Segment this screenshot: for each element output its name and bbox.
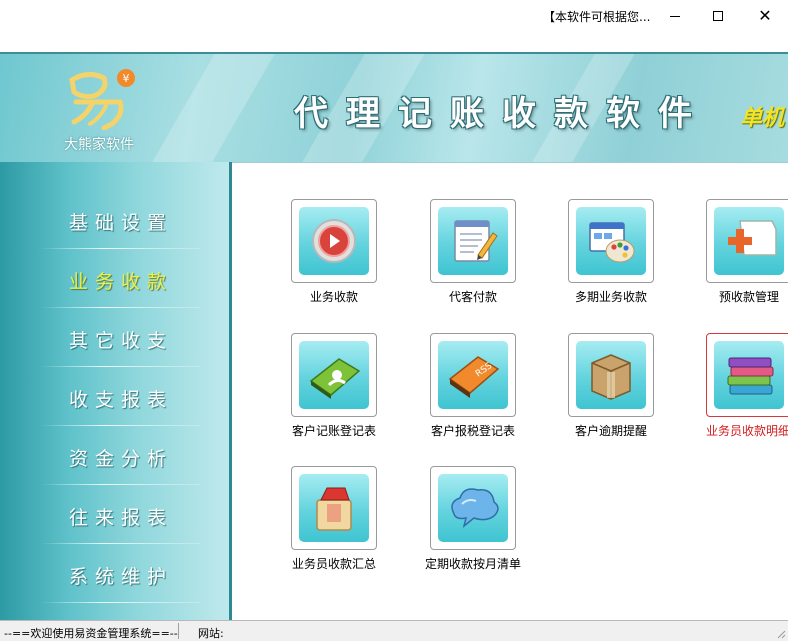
package-box-icon <box>591 354 631 400</box>
svg-text:¥: ¥ <box>123 72 130 85</box>
tile-label: 业务员收款汇总 <box>291 557 376 571</box>
sidebar-item-label: 业务收款 <box>69 271 174 293</box>
sidebar-item-income-expense-report[interactable]: 收支报表 <box>0 367 229 426</box>
company-name: 大熊家软件 <box>64 137 134 153</box>
close-icon: ✕ <box>758 6 772 25</box>
sidebar-item-system-maintenance[interactable]: 系统维护 <box>0 544 229 603</box>
maximize-button[interactable] <box>695 0 741 32</box>
tile-client-tax-register[interactable]: RSS 客户报税登记表 <box>430 333 550 453</box>
minimize-button[interactable] <box>652 0 698 32</box>
status-bar: --==欢迎使用易资金管理系统==-- 网站: <box>0 620 788 641</box>
tile-multi-period-receipt[interactable]: 多期业务收款 <box>568 199 688 319</box>
tile-salesperson-receipt-detail[interactable]: 业务员收款明细 <box>706 333 788 453</box>
tile-label: 预收款管理 <box>718 290 779 304</box>
tile-label: 多期业务收款 <box>574 290 647 304</box>
tile-label: 业务员收款明细 <box>706 424 788 438</box>
function-panel: 业务收款 代客付款 多期业务收款 预收款管理 客户记账登记表 RSS 客户报税登… <box>232 162 788 620</box>
window-title: 【本软件可根据您... <box>543 10 651 24</box>
rss-book-icon: RSS <box>448 356 500 398</box>
minimize-icon <box>670 15 680 17</box>
divider <box>40 602 201 603</box>
tile-prepayment-management[interactable]: 预收款管理 <box>706 199 788 319</box>
status-website-label: 网站: <box>198 627 224 640</box>
maximize-icon <box>713 11 723 21</box>
sidebar-item-label: 往来报表 <box>69 507 174 529</box>
book-stack-icon <box>727 357 774 395</box>
resize-grip-icon[interactable] <box>776 629 786 639</box>
close-button[interactable]: ✕ <box>742 0 788 32</box>
status-divider <box>178 623 179 639</box>
sidebar-item-label: 其它收支 <box>69 330 174 352</box>
sidebar: 基础设置 业务收款 其它收支 收支报表 资金分析 往来报表 系统维护 <box>0 162 232 620</box>
tile-label: 代客付款 <box>448 290 497 304</box>
notepad-icon <box>454 220 498 262</box>
sidebar-item-label: 资金分析 <box>69 448 174 470</box>
play-circle-icon <box>312 219 356 263</box>
title-bar: 【本软件可根据您... ✕ <box>0 0 788 32</box>
app-banner: ¥ 大熊家软件 代理记账收款软件 单机 <box>0 52 788 162</box>
tile-label: 客户报税登记表 <box>430 424 515 438</box>
sidebar-item-account-report[interactable]: 往来报表 <box>0 485 229 544</box>
sidebar-item-label: 基础设置 <box>69 212 174 234</box>
tile-business-receipt[interactable]: 业务收款 <box>291 199 411 319</box>
sidebar-item-business-receipts[interactable]: 业务收款 <box>0 249 229 308</box>
sidebar-item-basic-settings[interactable]: 基础设置 <box>0 190 229 249</box>
status-welcome-text: --==欢迎使用易资金管理系统==-- <box>4 627 178 640</box>
tile-client-bookkeeping-register[interactable]: 客户记账登记表 <box>291 333 411 453</box>
sidebar-item-label: 系统维护 <box>69 566 174 588</box>
app-title: 代理记账收款软件 <box>294 94 710 134</box>
tile-pay-for-client[interactable]: 代客付款 <box>430 199 550 319</box>
sidebar-item-other-income-expense[interactable]: 其它收支 <box>0 308 229 367</box>
green-ledger-icon <box>309 358 361 399</box>
sidebar-item-label: 收支报表 <box>69 389 174 411</box>
palette-window-icon <box>589 222 635 263</box>
tile-periodic-monthly-list[interactable]: 定期收款按月清单 <box>425 466 550 586</box>
tile-label: 客户逾期提醒 <box>574 424 647 438</box>
edition-label: 单机 <box>740 106 785 131</box>
sidebar-item-funds-analysis[interactable]: 资金分析 <box>0 426 229 485</box>
tile-client-overdue-reminder[interactable]: 客户逾期提醒 <box>568 333 688 453</box>
red-box-icon <box>316 487 352 531</box>
tile-label: 业务收款 <box>309 290 358 304</box>
tile-label: 客户记账登记表 <box>291 424 376 438</box>
logo-icon: ¥ <box>69 69 135 130</box>
tile-salesperson-receipt-summary[interactable]: 业务员收款汇总 <box>291 466 411 586</box>
cloud-chat-icon <box>451 488 499 528</box>
tile-label: 定期收款按月清单 <box>424 557 521 571</box>
document-add-icon <box>728 220 777 256</box>
